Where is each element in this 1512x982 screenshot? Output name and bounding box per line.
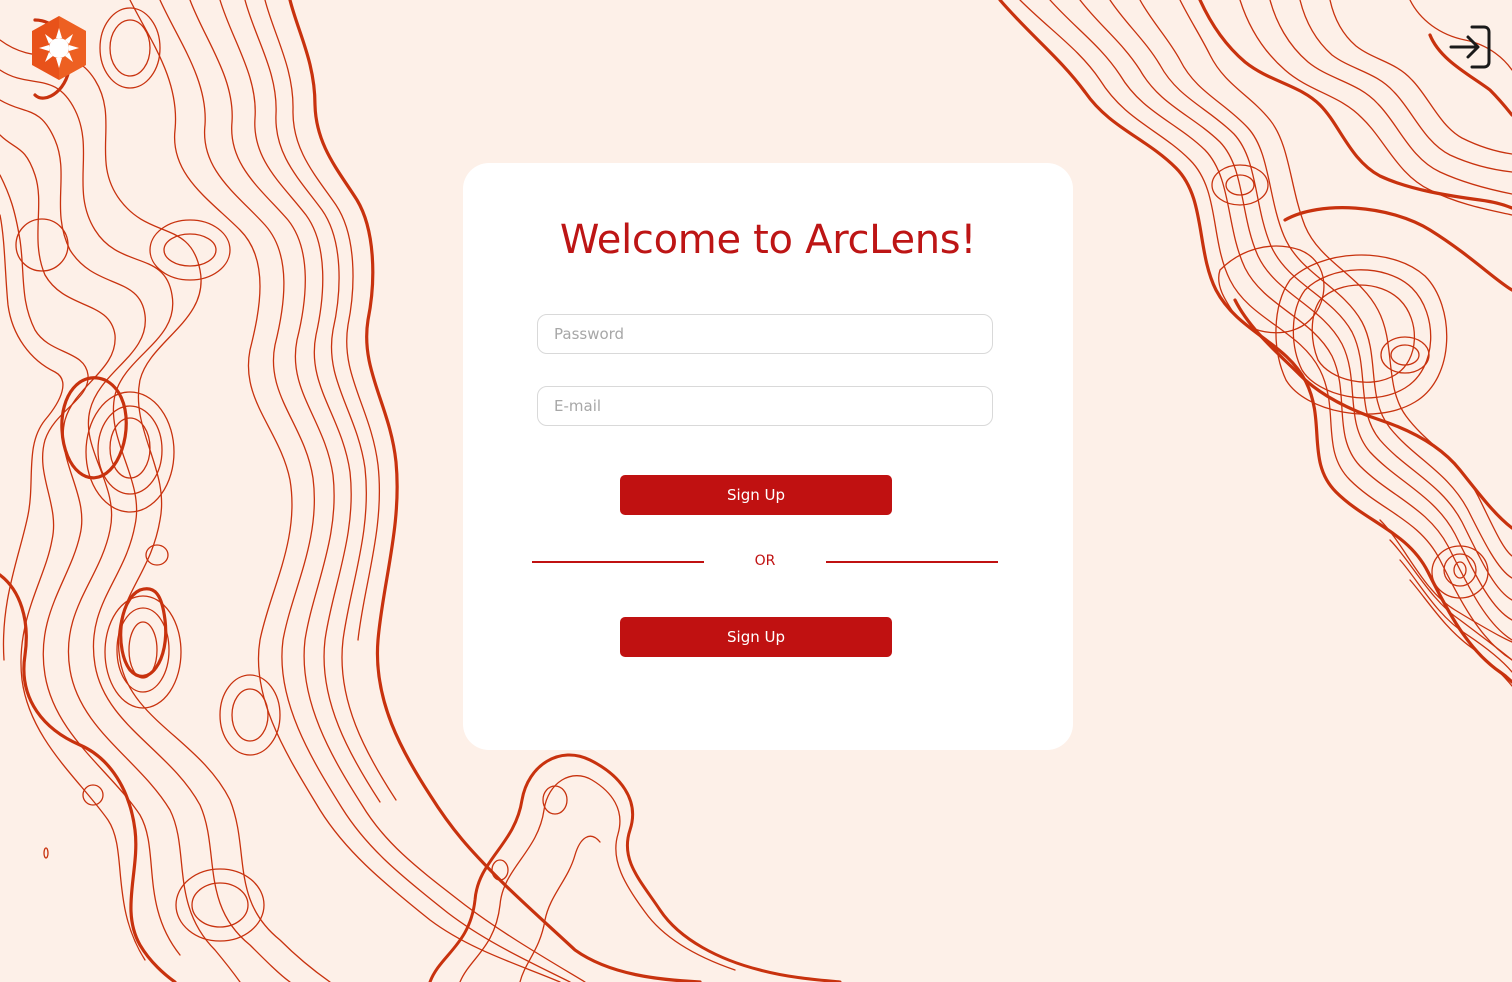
- password-input[interactable]: [537, 314, 993, 354]
- divider-line-right: [826, 561, 998, 563]
- login-button[interactable]: [1446, 24, 1494, 70]
- divider-line-left: [532, 561, 704, 563]
- sun-burst-logo-icon: [32, 16, 86, 80]
- login-arrow-icon: [1449, 25, 1491, 69]
- email-input[interactable]: [537, 386, 993, 426]
- divider-or-text: OR: [754, 553, 776, 569]
- signup-card: Welcome to ArcLens! Sign Up OR Sign Up: [463, 163, 1073, 750]
- sign-up-button[interactable]: Sign Up: [620, 475, 892, 515]
- page-title: Welcome to ArcLens!: [559, 217, 977, 263]
- alternate-sign-up-button[interactable]: Sign Up: [620, 617, 892, 657]
